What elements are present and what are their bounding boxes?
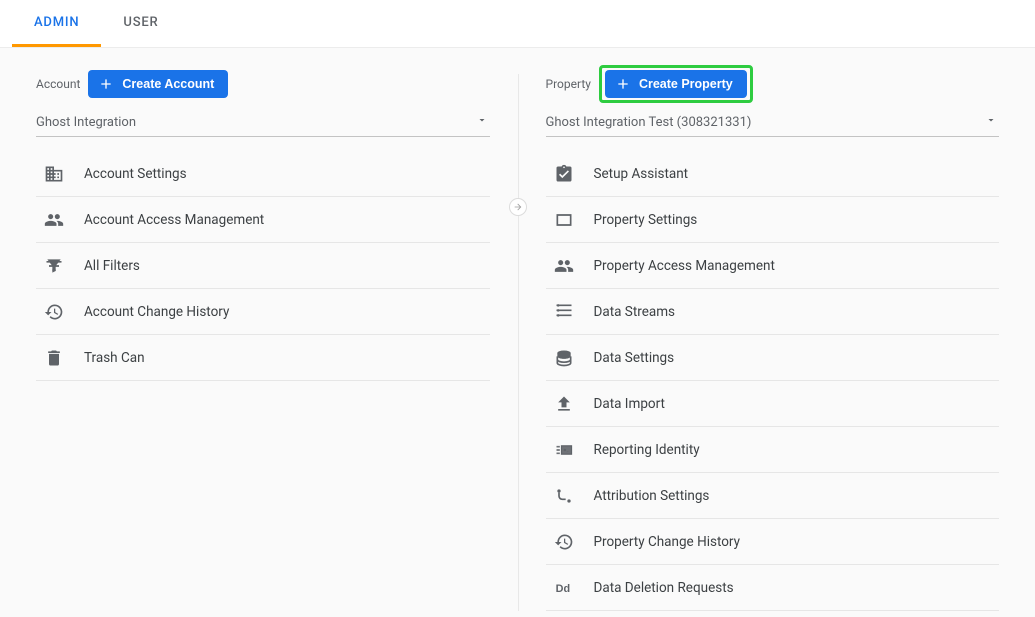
setup-assistant-item[interactable]: Setup Assistant bbox=[546, 151, 1000, 197]
plus-icon bbox=[98, 76, 114, 92]
filter-icon bbox=[42, 256, 66, 276]
account-column: Account Create Account Ghost Integration… bbox=[36, 66, 490, 611]
all-filters-item[interactable]: All Filters bbox=[36, 243, 490, 289]
property-header-label: Property bbox=[546, 77, 591, 91]
account-header-label: Account bbox=[36, 77, 80, 91]
item-label: All Filters bbox=[84, 258, 140, 274]
data-import-item[interactable]: Data Import bbox=[546, 381, 1000, 427]
create-account-button[interactable]: Create Account bbox=[88, 70, 228, 98]
attribution-icon bbox=[552, 486, 576, 506]
account-selector[interactable]: Ghost Integration bbox=[36, 110, 490, 137]
data-deletion-requests-item[interactable]: Dd Data Deletion Requests bbox=[546, 565, 1000, 611]
create-property-button[interactable]: Create Property bbox=[605, 70, 747, 98]
tab-admin[interactable]: ADMIN bbox=[12, 0, 101, 47]
identity-icon bbox=[552, 440, 576, 460]
top-tabs: ADMIN USER bbox=[0, 0, 1035, 48]
streams-icon bbox=[552, 302, 576, 322]
data-settings-item[interactable]: Data Settings bbox=[546, 335, 1000, 381]
upload-icon bbox=[552, 394, 576, 414]
item-label: Trash Can bbox=[84, 350, 145, 366]
item-label: Data Streams bbox=[594, 304, 676, 320]
account-access-management-item[interactable]: Account Access Management bbox=[36, 197, 490, 243]
people-icon bbox=[42, 210, 66, 230]
property-settings-item[interactable]: Property Settings bbox=[546, 197, 1000, 243]
reporting-identity-item[interactable]: Reporting Identity bbox=[546, 427, 1000, 473]
assignment-icon bbox=[552, 164, 576, 184]
svg-text:Dd: Dd bbox=[555, 583, 569, 595]
account-settings-item[interactable]: Account Settings bbox=[36, 151, 490, 197]
highlight-annotation: Create Property bbox=[599, 65, 753, 103]
plus-icon bbox=[615, 76, 631, 92]
people-icon bbox=[552, 256, 576, 276]
account-change-history-item[interactable]: Account Change History bbox=[36, 289, 490, 335]
item-label: Property Settings bbox=[594, 212, 698, 228]
data-streams-item[interactable]: Data Streams bbox=[546, 289, 1000, 335]
history-icon bbox=[42, 302, 66, 322]
item-label: Account Change History bbox=[84, 304, 229, 320]
property-access-management-item[interactable]: Property Access Management bbox=[546, 243, 1000, 289]
trash-can-item[interactable]: Trash Can bbox=[36, 335, 490, 381]
property-column: Property Create Property Ghost Integrati… bbox=[546, 66, 1000, 611]
move-property-icon[interactable] bbox=[509, 198, 527, 216]
trash-icon bbox=[42, 348, 66, 368]
property-change-history-item[interactable]: Property Change History bbox=[546, 519, 1000, 565]
column-divider bbox=[518, 74, 519, 611]
property-selector[interactable]: Ghost Integration Test (308321331) bbox=[546, 110, 1000, 137]
caret-down-icon bbox=[985, 114, 997, 130]
database-icon bbox=[552, 348, 576, 368]
item-label: Reporting Identity bbox=[594, 442, 700, 458]
item-label: Data Deletion Requests bbox=[594, 580, 734, 596]
property-selected-value: Ghost Integration Test (308321331) bbox=[546, 115, 752, 130]
data-deletion-icon: Dd bbox=[552, 578, 576, 598]
history-icon bbox=[552, 532, 576, 552]
create-account-label: Create Account bbox=[122, 77, 214, 91]
item-label: Setup Assistant bbox=[594, 166, 689, 182]
item-label: Data Import bbox=[594, 396, 665, 412]
item-label: Data Settings bbox=[594, 350, 675, 366]
square-icon bbox=[552, 210, 576, 230]
item-label: Attribution Settings bbox=[594, 488, 710, 504]
account-selected-value: Ghost Integration bbox=[36, 115, 136, 130]
item-label: Property Change History bbox=[594, 534, 741, 550]
item-label: Account Settings bbox=[84, 166, 187, 182]
create-property-label: Create Property bbox=[639, 77, 733, 91]
business-icon bbox=[42, 164, 66, 184]
item-label: Account Access Management bbox=[84, 212, 264, 228]
item-label: Property Access Management bbox=[594, 258, 775, 274]
caret-down-icon bbox=[476, 114, 488, 130]
attribution-settings-item[interactable]: Attribution Settings bbox=[546, 473, 1000, 519]
tab-user[interactable]: USER bbox=[101, 0, 180, 47]
